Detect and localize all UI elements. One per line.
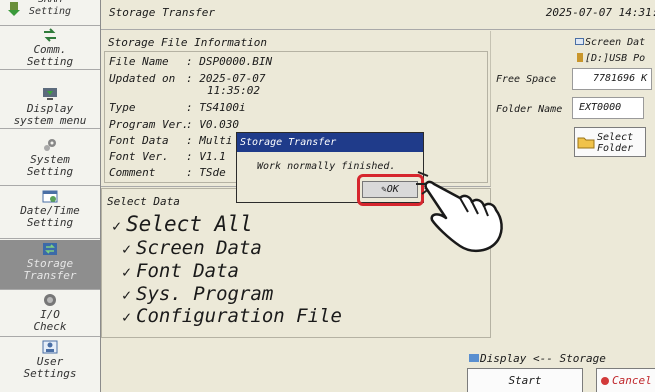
transfer-direction: Display <-- Storage — [469, 352, 606, 365]
folder-name-field[interactable]: EXT0000 — [572, 97, 644, 119]
checkbox-select-all[interactable]: ✓ Select All — [112, 213, 252, 237]
start-button[interactable]: Start — [467, 368, 583, 392]
info-key: Type — [109, 101, 136, 114]
clock: 2025-07-07 14:31:3 — [545, 6, 655, 19]
comm-icon — [44, 28, 56, 42]
cancel-button[interactable]: Cancel — [596, 368, 655, 392]
usb-icon — [577, 53, 583, 62]
cancel-icon — [601, 377, 609, 385]
info-value: : Multi — [186, 134, 233, 147]
checkbox-screen-data[interactable]: ✓ Screen Data — [122, 237, 262, 260]
check-icon: ✓ — [122, 240, 132, 258]
calendar-icon — [42, 190, 58, 203]
user-icon — [42, 340, 58, 354]
folder-icon — [577, 137, 595, 149]
sidebar-item-label: Storage Transfer — [23, 257, 77, 282]
select-data-heading: Select Data — [107, 195, 180, 208]
check-icon: ✓ — [122, 308, 132, 326]
free-space-value: 7781696 K — [572, 68, 652, 90]
sidebar-item-display-system-menu[interactable]: Display system menu — [0, 85, 100, 129]
info-key: File Name — [109, 55, 169, 68]
check-icon: ✓ — [122, 286, 132, 304]
folder-name-label: Folder Name — [496, 104, 563, 115]
info-heading: Storage File Information — [108, 36, 267, 49]
info-value: : DSP0000.BIN — [186, 55, 273, 68]
display-icon — [43, 88, 57, 100]
header-bar: Storage Transfer 2025-07-07 14:31:3 — [101, 0, 655, 30]
info-value: : TS4100i — [186, 101, 246, 114]
sidebar: SRAM Setting Comm. Setting Display syste… — [0, 0, 101, 392]
info-key: Comment — [109, 166, 156, 179]
info-value: : V1.1 — [186, 150, 226, 163]
dialog-title: Storage Transfer — [237, 133, 423, 152]
select-folder-button[interactable]: Select Folder — [574, 127, 646, 157]
sidebar-item-date-time-setting[interactable]: Date/Time Setting — [0, 187, 100, 239]
sidebar-item-label: Comm. Setting — [26, 43, 74, 68]
sidebar-item-system-setting[interactable]: System Setting — [0, 136, 100, 186]
sidebar-item-label: User Settings — [23, 355, 77, 380]
sidebar-item-label: System Setting — [26, 153, 74, 178]
sidebar-item-sram-setting[interactable]: SRAM Setting — [0, 0, 100, 26]
select-folder-label: Select Folder — [597, 132, 634, 154]
info-key: Font Ver. — [109, 150, 169, 163]
sidebar-item-label: Date/Time Setting — [20, 204, 80, 229]
checkbox-configuration-file[interactable]: ✓ Configuration File — [122, 305, 342, 328]
sidebar-item-io-check[interactable]: I/O Check — [0, 291, 100, 337]
sidebar-item-storage-transfer[interactable]: Storage Transfer — [0, 240, 100, 290]
storage-device-panel: Screen Dat [D:]USB Po Free Space 7781696… — [493, 31, 655, 187]
info-value: : TSde — [186, 166, 226, 179]
transfer-icon — [469, 354, 479, 362]
info-value: 11:35:02 — [207, 84, 260, 97]
info-key: Program Ver. — [109, 118, 189, 131]
checkbox-sys-program[interactable]: ✓ Sys. Program — [122, 283, 273, 306]
gear-icon — [44, 139, 56, 151]
sram-icon — [8, 2, 20, 16]
info-value: : V0.030 — [186, 118, 239, 131]
sidebar-item-user-settings[interactable]: User Settings — [0, 338, 100, 392]
storage-icon — [43, 243, 57, 255]
check-icon: ✓ — [122, 263, 132, 281]
check-icon: ✓ — [112, 217, 122, 235]
tap-hand-icon — [416, 171, 503, 253]
info-key: Updated on — [109, 72, 176, 85]
checkbox-font-data[interactable]: ✓ Font Data — [122, 260, 239, 283]
usb-drive-label: [D:]USB Po — [577, 53, 645, 64]
sidebar-item-label: I/O Check — [33, 308, 67, 333]
sidebar-item-comm-setting[interactable]: Comm. Setting — [0, 26, 100, 70]
io-icon — [44, 294, 56, 306]
page-title: Storage Transfer — [109, 6, 215, 19]
sidebar-item-label: Display system menu — [13, 102, 87, 127]
screen-data-label: Screen Dat — [575, 37, 645, 48]
free-space-label: Free Space — [496, 74, 557, 85]
info-key: Font Data — [109, 134, 169, 147]
dialog-message: Work normally finished. — [257, 161, 396, 172]
screen-icon — [575, 38, 584, 45]
